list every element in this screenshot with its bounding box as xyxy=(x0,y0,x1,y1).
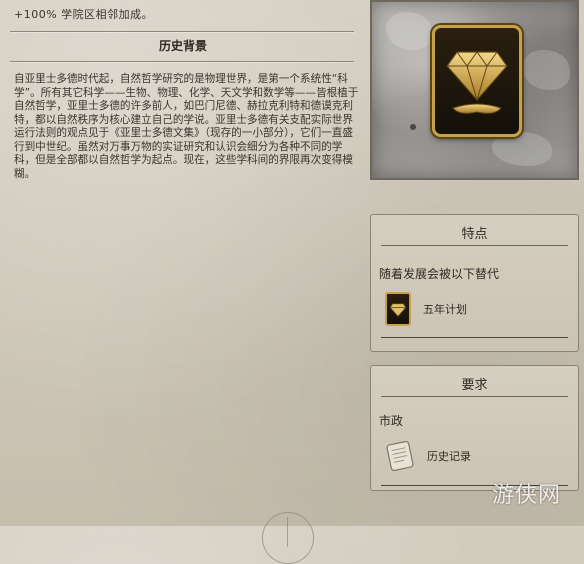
civic-detail-panel: +100% 学院区相邻加成。 历史背景 自亚里士多德时代起，自然哲学研究的是物理… xyxy=(0,0,366,564)
divider xyxy=(381,245,568,246)
obsolete-by-label: 随着发展会被以下替代 xyxy=(379,267,500,281)
history-text: 自亚里士多德时代起，自然哲学研究的是物理世界，是第一个系统性“科学”。所有其它科… xyxy=(14,73,359,180)
site-watermark: 游侠网 xyxy=(492,483,562,508)
traits-panel: 特点 随着发展会被以下替代 五年计划 xyxy=(370,214,579,352)
prerequisite-civic-label: 历史记录 xyxy=(427,450,471,463)
diamond-tech-icon xyxy=(432,25,522,137)
history-heading: 历史背景 xyxy=(158,39,207,53)
adjacency-bonus-text: +100% 学院区相邻加成。 xyxy=(14,8,154,21)
civic-category-label: 市政 xyxy=(379,414,404,428)
diamond-icon xyxy=(446,51,508,114)
divider xyxy=(10,61,354,62)
prerequisite-entry[interactable]: 历史记录 xyxy=(385,438,471,474)
map-texture xyxy=(386,12,432,50)
scroll-icon xyxy=(385,439,415,473)
replacement-civic-label: 五年计划 xyxy=(423,303,467,316)
requirements-header: 要求 xyxy=(461,378,488,393)
diamond-icon xyxy=(389,303,407,318)
divider xyxy=(381,337,568,338)
map-texture xyxy=(492,132,552,166)
diamond-tech-icon xyxy=(385,292,411,326)
pin-icon xyxy=(410,124,416,130)
divider xyxy=(10,31,354,32)
map-texture xyxy=(522,50,570,90)
scroll-glyph xyxy=(386,440,414,472)
traits-header: 特点 xyxy=(461,227,488,242)
divider xyxy=(381,396,568,397)
tech-portrait xyxy=(370,0,579,180)
replacement-entry[interactable]: 五年计划 xyxy=(385,291,467,327)
requirements-panel: 要求 市政 历史记录 xyxy=(370,365,579,491)
compass-ornament-icon xyxy=(262,512,314,564)
